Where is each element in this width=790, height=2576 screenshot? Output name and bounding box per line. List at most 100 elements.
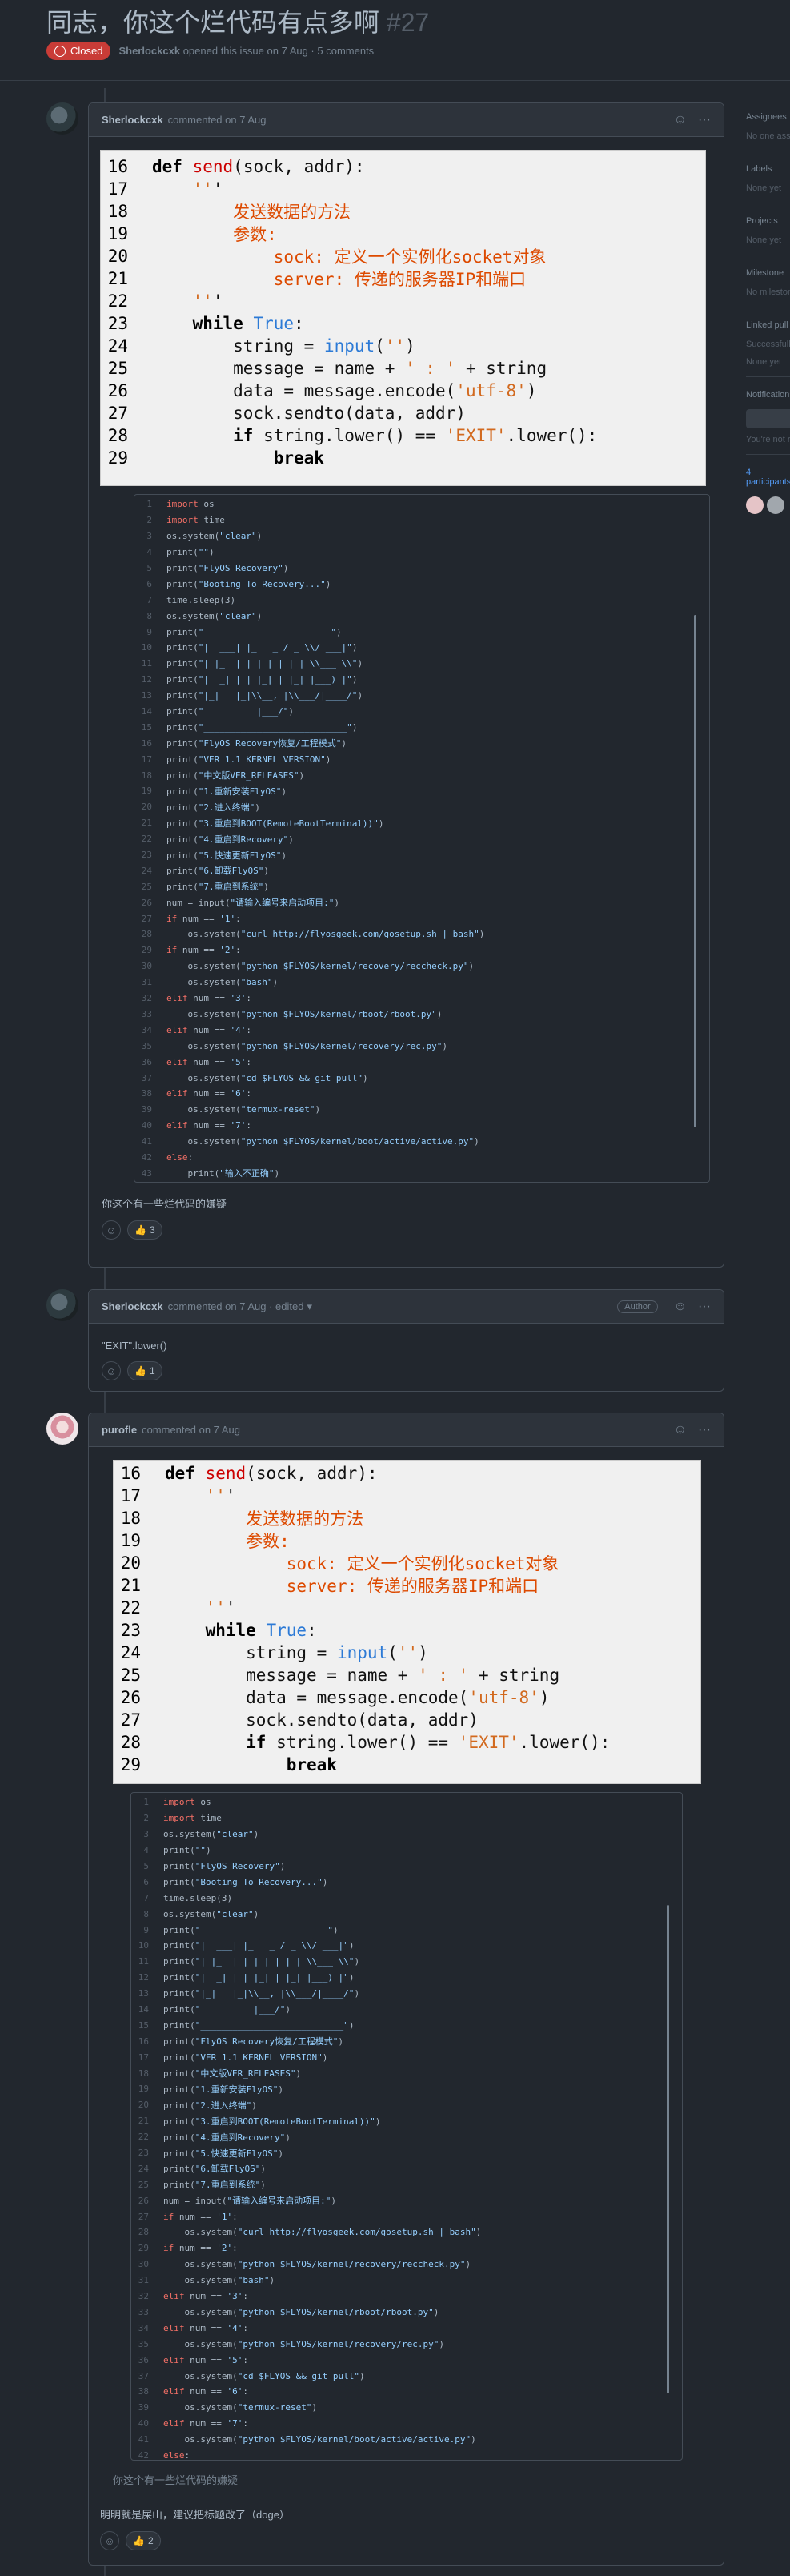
thumbsup-reaction[interactable]: 👍 2 [126, 2531, 161, 2550]
subscribe-button[interactable] [746, 409, 790, 428]
comment-author[interactable]: purofle [102, 1424, 137, 1436]
code-line: 24 print("6.卸载FlyOS") [134, 862, 709, 878]
line-number: 21 [141, 818, 152, 829]
line-text: os.system("clear") [163, 1829, 259, 1840]
line-text: print("5.快速更新FlyOS") [163, 2148, 283, 2159]
scrollbar[interactable] [667, 1905, 669, 2393]
line-text: elif num == '6': [166, 1088, 251, 1099]
comment-timestamp[interactable]: commented on 7 Aug [142, 1424, 240, 1436]
smiley-icon[interactable]: ☺ [674, 1300, 687, 1314]
line-text: print("| ___| |_ _ / _ \\/ ___|") [166, 642, 358, 653]
line-text: def send(sock, addr): [165, 1464, 378, 1483]
thumbsup-reaction[interactable]: 👍 1 [127, 1361, 162, 1380]
code-screenshot-image: 16 def send(sock, addr): 17 ''' 18 发送数据的方法 1… [100, 150, 706, 486]
line-text: print("|_| |_|\\__, |\\___/|____/") [163, 1988, 360, 1999]
line-text: os.system("python $FLYOS/kernel/recovery… [163, 2338, 445, 2349]
line-number: 17 [141, 754, 152, 765]
line-number: 7 [146, 594, 152, 605]
line-text: sock: 定义一个实例化socket对象 [152, 247, 547, 267]
chevron-down-icon[interactable]: ▾ [307, 1300, 312, 1313]
line-number: 5 [146, 563, 152, 573]
avatar[interactable] [746, 496, 764, 514]
sidebar-linked[interactable]: Linked pull requests Successfully mergin… [746, 320, 790, 377]
line-number: 42 [138, 2449, 149, 2461]
code-line: 29 if num == '2': [131, 2240, 682, 2257]
line-text: os.system("python $FLYOS/kernel/recovery… [166, 961, 475, 972]
line-number: 20 [107, 247, 128, 266]
line-number: 24 [120, 1643, 141, 1662]
code-line: 39 os.system("termux-reset") [134, 1102, 709, 1118]
line-number: 16 [120, 1464, 141, 1483]
code-line: 43 print("输入不正确") [134, 1165, 709, 1181]
line-text: os.system("termux-reset") [166, 1104, 321, 1115]
line-number: 32 [138, 2291, 149, 2302]
line-number: 19 [138, 2084, 149, 2095]
line-text: if num == '2': [166, 945, 241, 956]
sidebar-projects[interactable]: Projects None yet [746, 216, 790, 255]
code-line: 19 print("1.重新安装FlyOS") [134, 783, 709, 799]
avatar[interactable] [46, 1413, 78, 1445]
scrollbar[interactable] [694, 615, 696, 1127]
avatar[interactable] [767, 496, 784, 514]
smiley-icon[interactable]: ☺ [674, 113, 687, 127]
line-number: 11 [141, 658, 152, 669]
code-line: 38 elif num == '6': [134, 1086, 709, 1102]
kebab-icon[interactable]: ··· [698, 113, 711, 127]
line-text: if string.lower() == 'EXIT'.lower(): [246, 1733, 611, 1752]
line-number: 17 [120, 1486, 141, 1505]
line-number: 2 [146, 515, 152, 526]
line-number: 31 [141, 977, 152, 988]
smiley-icon[interactable]: ☺ [674, 1423, 687, 1437]
code-line: 1 import os [131, 1794, 682, 1810]
code-line: 16 print("FlyOS Recovery恢复/工程模式") [131, 2033, 682, 2049]
sidebar-heading: Milestone [746, 268, 784, 278]
kebab-icon[interactable]: ··· [698, 1300, 711, 1314]
line-number: 40 [138, 2418, 149, 2429]
comment-author[interactable]: Sherlockcxk [102, 1300, 163, 1312]
line-text: os.system("python $FLYOS/kernel/boot/act… [163, 2434, 476, 2445]
line-number: 6 [146, 578, 152, 589]
line-text: if num == '2': [163, 2243, 238, 2254]
reactions: ☺ 👍 1 [102, 1361, 711, 1392]
sidebar-milestone[interactable]: Milestone No milestone [746, 268, 790, 307]
line-number: 39 [141, 1104, 152, 1115]
sidebar-assignees[interactable]: Assignees No one assigned [746, 112, 790, 151]
line-text: num = input("请输入编号来启动项目:") [163, 2196, 336, 2207]
comment-body-text: "EXIT".lower() [102, 1340, 167, 1352]
kebab-icon[interactable]: ··· [698, 1423, 711, 1437]
code-line: 12 print("| _| | | |_| | |_| |___) |") [131, 1970, 682, 1986]
line-text: print("3.重启到BOOT(RemoteBootTerminal))") [163, 2116, 381, 2127]
code-line: 23 while True: [114, 1619, 700, 1642]
line-number: 32 [141, 993, 152, 1004]
comment-timestamp[interactable]: commented on 7 Aug [168, 114, 267, 126]
line-text: print("| _| | | |_| | |_| |___) |") [166, 674, 358, 685]
line-number: 40 [141, 1120, 152, 1131]
closed-circle-icon [54, 45, 66, 57]
avatar[interactable] [46, 102, 78, 135]
line-text: elif num == '7': [163, 2418, 248, 2429]
code-line: 30 os.system("python $FLYOS/kernel/recov… [131, 2257, 682, 2273]
line-text: os.system("python $FLYOS/kernel/boot/act… [166, 1136, 479, 1147]
line-number: 37 [138, 2370, 149, 2381]
thumbsup-reaction[interactable]: 👍 3 [127, 1220, 162, 1240]
add-reaction-button[interactable]: ☺ [102, 1220, 121, 1240]
line-number: 22 [141, 834, 152, 845]
comment-timestamp[interactable]: commented on 7 Aug · edited [168, 1300, 304, 1312]
add-reaction-button[interactable]: ☺ [100, 2531, 119, 2550]
code-line: 27 if num == '1': [131, 2208, 682, 2224]
line-text: time.sleep(3) [163, 1892, 233, 1903]
comment-author[interactable]: Sherlockcxk [102, 114, 163, 126]
line-text: num = input("请输入编号来启动项目:") [166, 898, 339, 909]
sidebar-labels[interactable]: Labels None yet [746, 164, 790, 203]
line-text: os.system("python $FLYOS/kernel/rboot/rb… [166, 1008, 443, 1019]
add-reaction-button[interactable]: ☺ [102, 1361, 121, 1380]
reaction-count: 1 [149, 1365, 155, 1376]
line-text: data = message.encode('utf-8') [165, 1688, 550, 1707]
reaction-count: 2 [147, 2535, 154, 2546]
line-text: while True: [192, 314, 304, 333]
line-text: os.system("cd $FLYOS && git pull") [166, 1072, 368, 1083]
issue-author-link[interactable]: Sherlockcxk [118, 45, 180, 57]
line-number: 23 [138, 2148, 149, 2159]
line-number: 28 [141, 929, 152, 940]
avatar[interactable] [46, 1289, 78, 1321]
